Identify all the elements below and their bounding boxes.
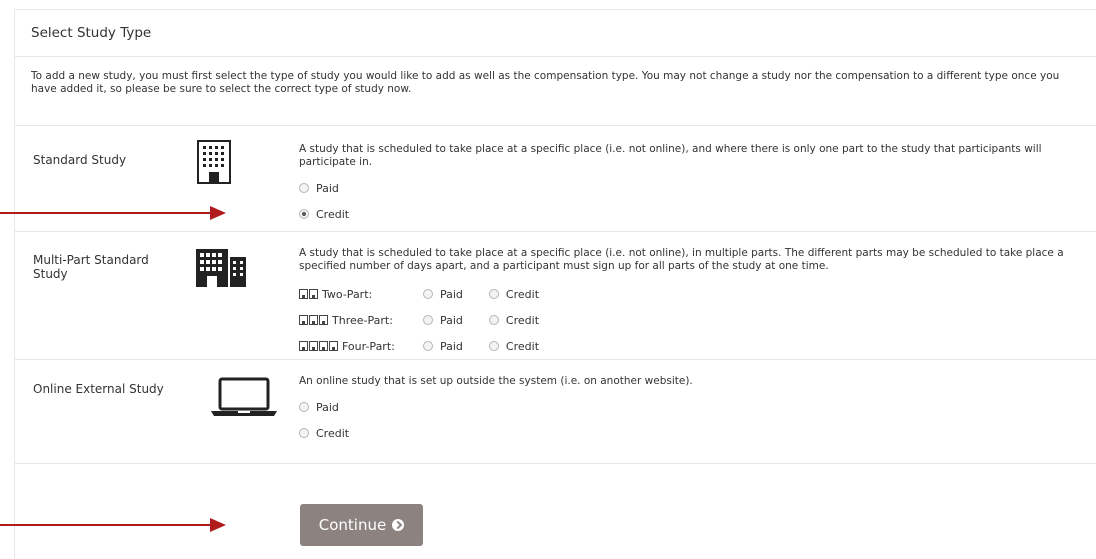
two-part-credit-label: Credit — [505, 287, 540, 301]
standard-study-row: Standard Study A study that is scheduled… — [15, 126, 1096, 232]
annotation-arrow-credit — [0, 206, 226, 220]
multipart-study-description: A study that is scheduled to take place … — [299, 247, 1064, 272]
multipart-study-row: Multi-Part Standard Study A study that i… — [15, 232, 1096, 360]
standard-credit-radio[interactable] — [299, 209, 309, 219]
three-part-paid-label: Paid — [440, 313, 463, 327]
two-part-credit-option[interactable]: Credit — [488, 287, 540, 301]
four-part-credit-radio[interactable] — [488, 341, 499, 351]
online-study-title: Online External Study — [33, 382, 164, 396]
online-study-content: An online study that is set up outside t… — [299, 375, 1082, 446]
standard-paid-label: Paid — [316, 181, 339, 195]
part-building-icon — [309, 289, 318, 299]
annotation-arrow-continue — [0, 518, 226, 532]
two-part-label: Two-Part: — [322, 287, 373, 301]
study-type-panel: Select Study Type To add a new study, yo… — [14, 9, 1096, 559]
four-part-paid-radio[interactable] — [423, 341, 433, 351]
intro-text: To add a new study, you must first selec… — [15, 57, 1096, 126]
four-part-option: Four-Part: Paid Credit — [299, 333, 1082, 359]
three-part-label: Three-Part: — [332, 313, 393, 327]
three-part-credit-option[interactable]: Credit — [488, 313, 540, 327]
two-part-paid-radio[interactable] — [423, 289, 433, 299]
online-credit-label: Credit — [316, 426, 350, 440]
two-part-option: Two-Part: Paid Credit — [299, 281, 1082, 307]
standard-paid-radio[interactable] — [299, 183, 309, 193]
part-building-icon — [299, 315, 308, 325]
four-part-paid-option[interactable]: Paid — [423, 340, 463, 353]
part-building-icon — [299, 289, 308, 299]
online-study-description: An online study that is set up outside t… — [299, 375, 693, 387]
four-part-credit-label: Credit — [505, 339, 540, 353]
four-part-label: Four-Part: — [342, 339, 395, 353]
panel-title: Select Study Type — [31, 25, 152, 41]
building-icon — [197, 140, 231, 188]
two-part-credit-radio[interactable] — [488, 289, 499, 299]
two-part-paid-option[interactable]: Paid — [423, 288, 463, 301]
part-building-icon — [319, 315, 328, 325]
continue-label: Continue — [318, 516, 387, 534]
standard-study-description: A study that is scheduled to take place … — [299, 143, 1042, 168]
online-study-row: Online External Study An online study th… — [15, 360, 1096, 464]
three-part-credit-label: Credit — [505, 313, 540, 327]
standard-paid-option[interactable]: Paid — [299, 175, 1082, 201]
part-building-icon — [329, 341, 338, 351]
part-building-icon — [309, 341, 318, 351]
buildings-icon — [195, 248, 247, 292]
panel-header: Select Study Type — [15, 10, 1096, 57]
three-part-credit-radio[interactable] — [488, 315, 499, 325]
standard-credit-label: Credit — [316, 207, 350, 221]
three-part-paid-radio[interactable] — [423, 315, 433, 325]
online-paid-label: Paid — [316, 400, 339, 414]
three-part-option: Three-Part: Paid Credit — [299, 307, 1082, 333]
laptop-icon — [210, 377, 278, 421]
multipart-study-title: Multi-Part Standard Study — [33, 253, 149, 281]
standard-study-content: A study that is scheduled to take place … — [299, 143, 1082, 227]
part-building-icon — [299, 341, 308, 351]
standard-credit-option[interactable]: Credit — [299, 201, 1082, 227]
four-part-paid-label: Paid — [440, 339, 463, 353]
two-part-paid-label: Paid — [440, 287, 463, 301]
arrow-circle-right-icon — [392, 519, 405, 531]
online-credit-radio[interactable] — [299, 428, 309, 438]
three-part-paid-option[interactable]: Paid — [423, 314, 463, 327]
four-part-credit-option[interactable]: Credit — [488, 339, 540, 353]
part-building-icon — [309, 315, 318, 325]
standard-study-title: Standard Study — [33, 153, 127, 167]
online-credit-option[interactable]: Credit — [299, 420, 1082, 446]
multipart-study-content: A study that is scheduled to take place … — [299, 247, 1082, 359]
online-paid-option[interactable]: Paid — [299, 394, 1082, 420]
continue-button[interactable]: Continue — [300, 504, 423, 546]
online-paid-radio[interactable] — [299, 402, 309, 412]
part-building-icon — [319, 341, 328, 351]
